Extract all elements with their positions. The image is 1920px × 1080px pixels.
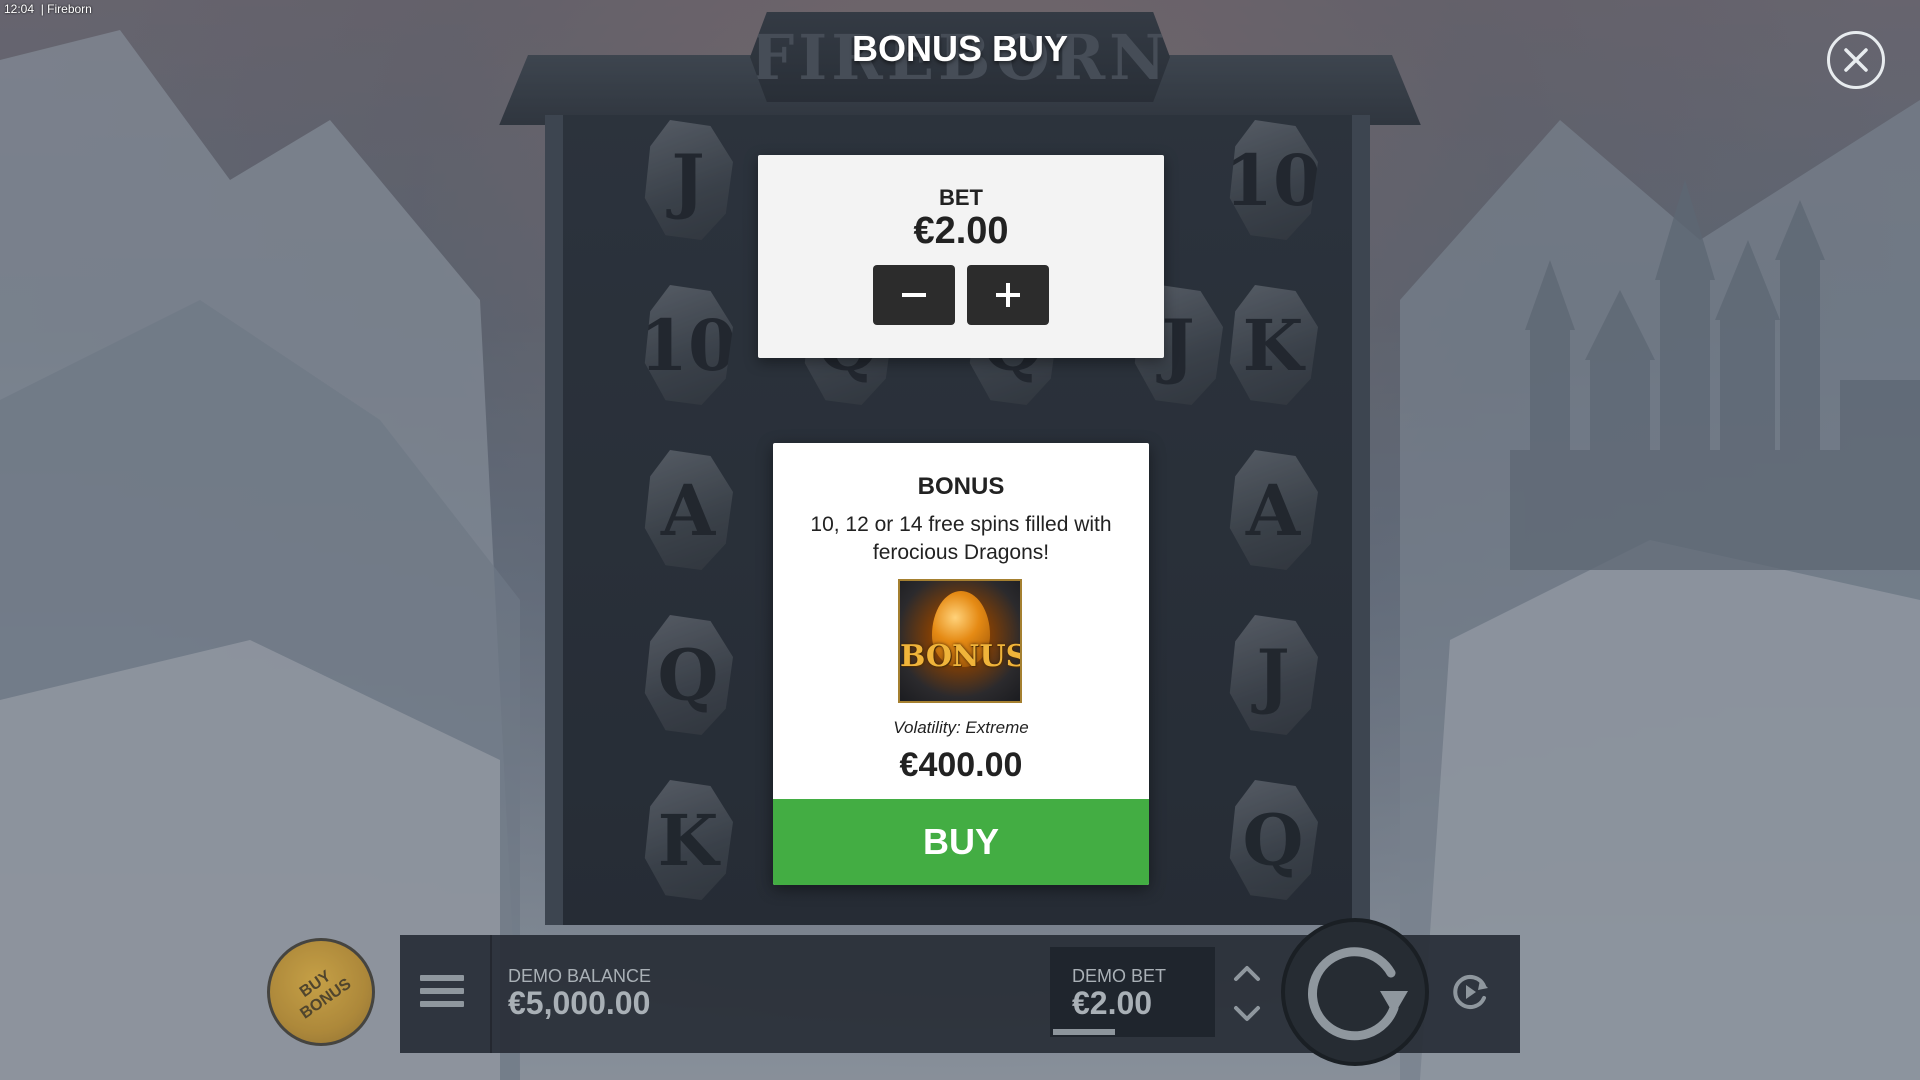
- increase-bet-button[interactable]: [967, 265, 1049, 325]
- menu-icon-line: [420, 1001, 464, 1007]
- menu-icon: [420, 975, 464, 981]
- buy-bonus-label: BUY BONUS: [296, 967, 355, 1023]
- window-title: 12:04 | Fireborn: [4, 2, 92, 16]
- chevron-up-icon[interactable]: [1232, 962, 1262, 984]
- window-app-name: Fireborn: [47, 2, 92, 16]
- spin-button[interactable]: [1281, 918, 1429, 1066]
- bet-value: €2.00: [913, 210, 1009, 252]
- bonus-image-text: BONUS: [900, 639, 1022, 674]
- bonus-price: €400.00: [899, 746, 1023, 784]
- demo-bet-label: DEMO BET: [1072, 966, 1167, 986]
- bonus-title: BONUS: [917, 473, 1005, 500]
- spin-icon: [1308, 947, 1408, 1041]
- bonus-egg-image: BONUS: [898, 579, 1022, 703]
- bet-card: BET €2.00: [758, 155, 1164, 358]
- window-separator: |: [40, 2, 44, 16]
- menu-button[interactable]: [420, 975, 464, 1015]
- window-time: 12:04: [4, 2, 35, 16]
- balance-value: €5,000.00: [508, 985, 651, 1021]
- minus-icon: [902, 293, 926, 297]
- buy-button[interactable]: BUY: [773, 799, 1149, 885]
- bonus-description: 10, 12 or 14 free spins filled with fero…: [810, 513, 1112, 564]
- bonus-buy-title: BONUS BUY: [851, 28, 1069, 69]
- bet-label: BET: [939, 185, 983, 210]
- chevron-down-icon[interactable]: [1232, 1003, 1262, 1025]
- close-icon: [1844, 48, 1868, 72]
- close-button[interactable]: [1827, 31, 1885, 89]
- volatility-label: Volatility: Extreme: [893, 718, 1029, 737]
- autoplay-icon[interactable]: [1448, 970, 1492, 1014]
- buy-bonus-button[interactable]: BUY BONUS: [267, 938, 375, 1046]
- plus-icon: [996, 283, 1020, 307]
- bonus-card: BONUS 10, 12 or 14 free spins filled wit…: [773, 443, 1149, 885]
- demo-bet-value: €2.00: [1072, 985, 1153, 1021]
- game-screen: J 10 A Q K Q Q J 10 K A J Q FIREBORN 12:…: [0, 0, 1920, 1080]
- decrease-bet-button[interactable]: [873, 265, 955, 325]
- menu-icon-line: [420, 988, 464, 994]
- bet-level-bar: [1053, 1029, 1115, 1035]
- balance-label: DEMO BALANCE: [508, 966, 652, 986]
